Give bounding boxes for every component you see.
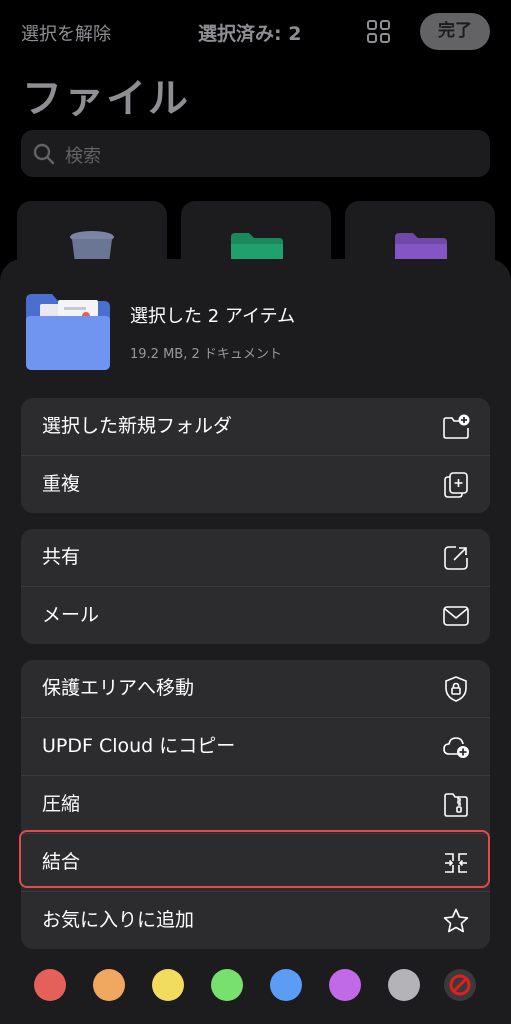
- action-group-3: 保護エリアへ移動 UPDF Cloud にコピー 圧縮 結合 お気に入りに追加: [21, 660, 490, 949]
- shield-lock-icon: [445, 676, 467, 702]
- selected-count: 選択済み: 2: [198, 23, 302, 45]
- cloud-add-icon: [443, 737, 469, 758]
- done-button[interactable]: 完了: [420, 13, 490, 50]
- menu-item-label: 重複: [42, 473, 81, 495]
- color-tag-dot[interactable]: [270, 969, 302, 1001]
- color-tag-dot[interactable]: [388, 969, 420, 1001]
- page-title: ファイル: [22, 76, 190, 122]
- menu-item-label: 選択した新規フォルダ: [42, 415, 233, 437]
- menu-item-label: 共有: [42, 546, 81, 568]
- selection-title: 選択した 2 アイテム: [130, 306, 296, 327]
- deselect-button[interactable]: 選択を解除: [21, 20, 111, 46]
- menu-item-label: 保護エリアへ移動: [42, 677, 195, 699]
- new-folder-icon: [443, 414, 470, 439]
- color-tag-bar: [0, 965, 511, 1005]
- menu-item-move-protected[interactable]: 保護エリアへ移動: [21, 660, 490, 717]
- folder-documents-icon: [26, 292, 110, 370]
- action-group-2: 共有 メール: [21, 529, 490, 644]
- menu-item-copy-cloud[interactable]: UPDF Cloud にコピー: [21, 717, 490, 775]
- menu-item-label: お気に入りに追加: [42, 909, 195, 931]
- menu-item-compress[interactable]: 圧縮: [21, 775, 490, 833]
- menu-item-label: UPDF Cloud にコピー: [42, 735, 236, 757]
- color-tag-dot[interactable]: [34, 969, 66, 1001]
- menu-item-new-folder[interactable]: 選択した新規フォルダ: [21, 398, 490, 455]
- duplicate-icon: [444, 472, 468, 498]
- search-input[interactable]: 検索: [65, 142, 101, 168]
- highlight-outline: [19, 830, 490, 888]
- color-tag-dot[interactable]: [329, 969, 361, 1001]
- menu-item-favorite[interactable]: お気に入りに追加: [21, 891, 490, 949]
- menu-item-share[interactable]: 共有: [21, 529, 490, 586]
- grid-icon[interactable]: [366, 19, 392, 45]
- menu-item-duplicate[interactable]: 重複: [21, 455, 490, 513]
- compress-icon: [444, 793, 468, 817]
- selection-subtitle: 19.2 MB, 2 ドキュメント: [130, 347, 282, 362]
- no-color-icon[interactable]: [444, 969, 476, 1001]
- menu-item-label: 圧縮: [42, 793, 81, 815]
- search-bar[interactable]: 検索: [21, 130, 490, 177]
- top-bar: 選択を解除 選択済み: 2 完了: [0, 0, 511, 64]
- color-tag-dot[interactable]: [152, 969, 184, 1001]
- color-tag-dot[interactable]: [93, 969, 125, 1001]
- color-tag-dot[interactable]: [211, 969, 243, 1001]
- menu-item-mail[interactable]: メール: [21, 586, 490, 644]
- menu-item-label: メール: [42, 604, 100, 626]
- share-icon: [444, 546, 468, 570]
- star-icon: [443, 908, 469, 933]
- action-group-1: 選択した新規フォルダ 重複: [21, 398, 490, 513]
- search-icon: [33, 143, 55, 165]
- mail-icon: [443, 606, 469, 626]
